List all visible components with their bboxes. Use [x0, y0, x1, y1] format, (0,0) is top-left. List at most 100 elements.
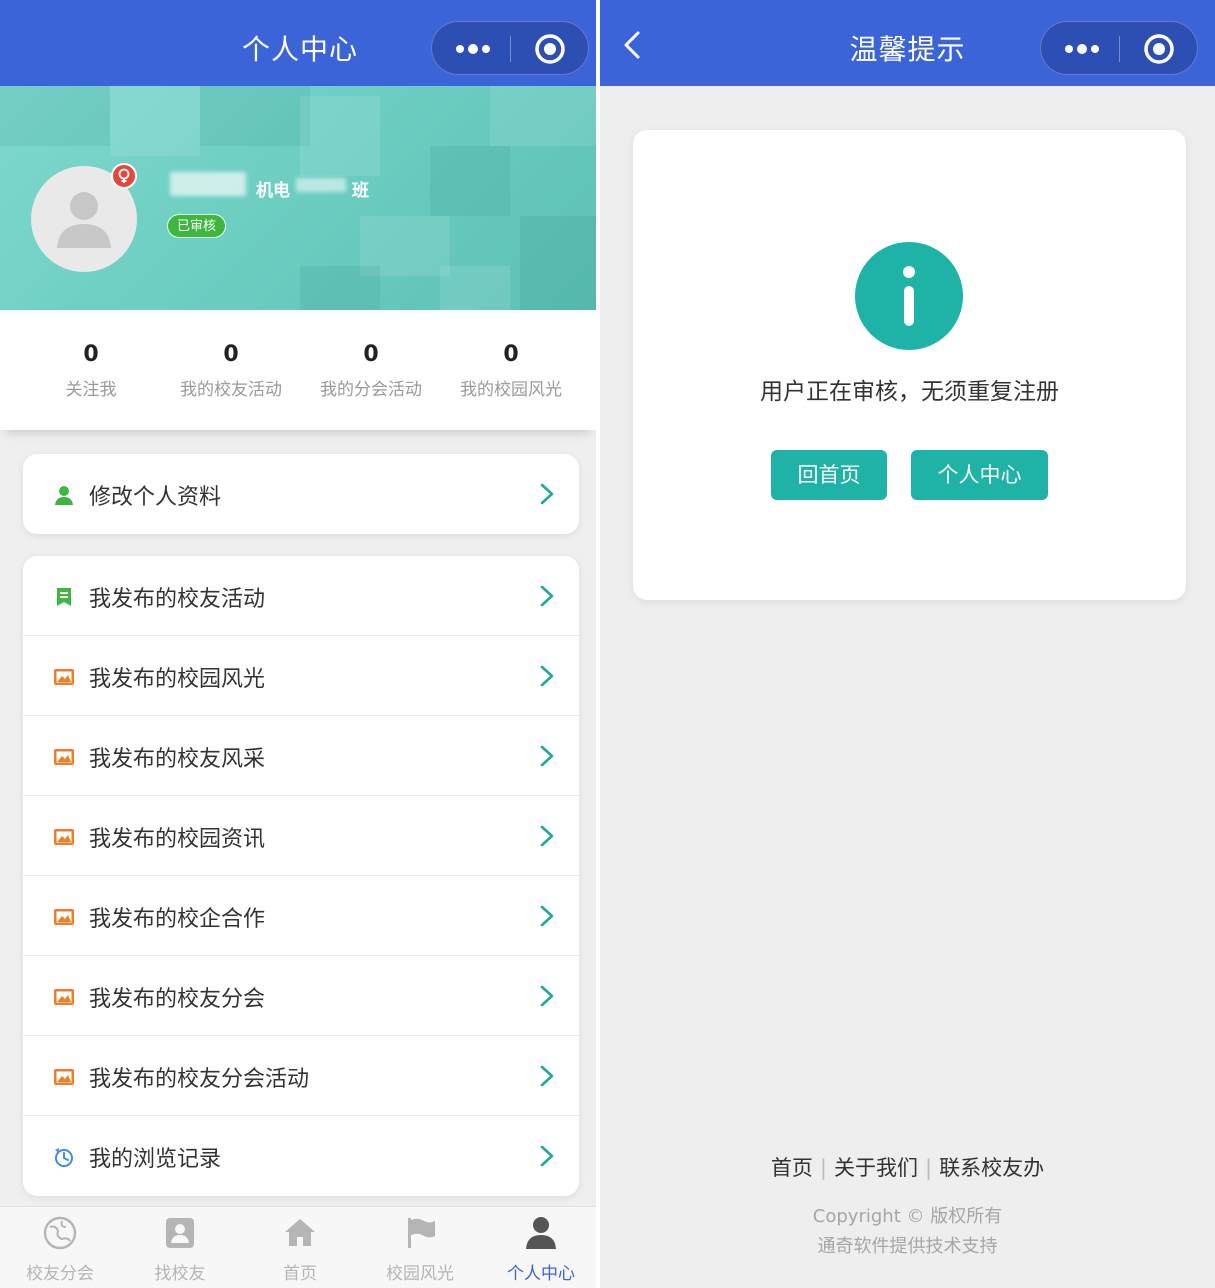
image-icon	[54, 669, 74, 685]
tab-label: 校园风光	[386, 1264, 454, 1284]
chevron-right-icon	[540, 1145, 554, 1167]
image-icon	[54, 829, 74, 845]
default-avatar-icon	[57, 192, 111, 248]
footer-link-contact[interactable]: 联系校友办	[939, 1156, 1044, 1180]
menu-item-alumni-branch[interactable]: 我发布的校友分会	[23, 956, 579, 1036]
menu-item-alumni-activities[interactable]: 我发布的校友活动	[23, 556, 579, 636]
my-posts-menu: 我发布的校友活动 我发布的校园风光 我发布的校友风采 我发布的校园资讯 我发布的	[23, 556, 579, 1196]
menu-item-browse-history[interactable]: 我的浏览记录	[23, 1116, 579, 1196]
menu-label: 我发布的校企合作	[89, 907, 266, 932]
image-icon	[54, 1069, 74, 1085]
tab-label: 找校友	[154, 1264, 206, 1284]
menu-label: 我发布的校友活动	[89, 587, 266, 612]
globe-icon	[43, 1216, 77, 1250]
stat-followers[interactable]: 0 关注我	[21, 342, 161, 400]
history-icon	[55, 1148, 73, 1167]
close-miniprogram-icon[interactable]	[1143, 33, 1175, 65]
chevron-right-icon	[540, 905, 554, 927]
nav-bar: 个人中心	[0, 0, 596, 86]
tab-campus-scenery[interactable]: 校园风光	[360, 1215, 480, 1284]
footer-divider: |	[819, 1156, 827, 1180]
tab-find-alumni[interactable]: 找校友	[120, 1215, 240, 1284]
menu-label: 我发布的校友分会活动	[89, 1067, 310, 1092]
capsule-divider	[510, 36, 511, 62]
chevron-right-icon	[540, 1065, 554, 1087]
stat-label: 关注我	[65, 380, 117, 400]
menu-item-branch-activities[interactable]: 我发布的校友分会活动	[23, 1036, 579, 1116]
stat-value: 0	[83, 342, 99, 367]
stats-panel: 0 关注我 0 我的校友活动 0 我的分会活动 0 我的校园风光	[0, 310, 596, 430]
home-icon	[285, 1219, 315, 1246]
user-class-text: 机电	[256, 181, 290, 201]
user-icon	[55, 486, 73, 505]
tech-support-text: 通奇软件提供技术支持	[817, 1236, 998, 1257]
stat-label: 我的校友活动	[180, 380, 282, 400]
chevron-right-icon	[540, 825, 554, 847]
back-home-button[interactable]: 回首页	[771, 450, 887, 500]
footer-link-about[interactable]: 关于我们	[834, 1156, 918, 1180]
tab-profile-center[interactable]: 个人中心	[481, 1215, 596, 1284]
stat-alumni-activities[interactable]: 0 我的校友活动	[161, 342, 301, 400]
footer-divider: |	[925, 1156, 933, 1180]
tab-alumni-branch[interactable]: 校友分会	[0, 1215, 120, 1284]
class-redacted	[296, 178, 346, 192]
notice-message: 用户正在审核，无须重复注册	[760, 379, 1059, 405]
bottom-tab-bar: 校友分会 找校友 首页 校园风光 个人中心	[0, 1206, 596, 1288]
stat-label: 我的校园风光	[460, 380, 562, 400]
more-icon[interactable]	[1063, 39, 1101, 59]
menu-item-campus-scenery[interactable]: 我发布的校园风光	[23, 636, 579, 716]
footer-links: 首页 | 关于我们 | 联系校友办	[600, 1152, 1215, 1182]
flag-icon	[408, 1218, 435, 1248]
image-icon	[54, 989, 74, 1005]
tab-label: 首页	[283, 1264, 317, 1284]
chevron-right-icon	[540, 483, 554, 505]
name-redacted	[170, 172, 246, 196]
edit-profile-item[interactable]: 修改个人资料	[23, 454, 579, 534]
menu-item-alumni-style[interactable]: 我发布的校友风采	[23, 716, 579, 796]
profile-center-button[interactable]: 个人中心	[911, 450, 1048, 500]
stat-branch-activities[interactable]: 0 我的分会活动	[301, 342, 441, 400]
status-badge: 已审核	[167, 214, 227, 238]
menu-item-school-enterprise[interactable]: 我发布的校企合作	[23, 876, 579, 956]
menu-label: 我发布的校园资讯	[89, 827, 266, 852]
profile-center-screen: 个人中心 机电 班 已审核 0 关注我 0 我的校友活动 0 我的分会活动 0 …	[0, 0, 596, 1288]
more-icon[interactable]	[454, 39, 492, 59]
bookmark-icon	[57, 588, 71, 606]
user-class-suffix: 班	[352, 181, 369, 201]
info-icon	[855, 242, 963, 350]
contacts-icon	[166, 1218, 194, 1248]
capsule-divider	[1119, 36, 1120, 62]
profile-banner: 机电 班 已审核	[0, 86, 596, 310]
miniprogram-capsule	[431, 21, 589, 75]
copyright-text: Copyright © 版权所有	[812, 1206, 1003, 1227]
tab-label: 校友分会	[26, 1264, 94, 1284]
chevron-right-icon	[540, 665, 554, 687]
stat-value: 0	[363, 342, 379, 367]
chevron-right-icon	[540, 585, 554, 607]
menu-item-campus-news[interactable]: 我发布的校园资讯	[23, 796, 579, 876]
footer-link-home[interactable]: 首页	[771, 1156, 813, 1180]
menu-label: 我发布的校友分会	[89, 987, 266, 1012]
menu-label: 我发布的校友风采	[89, 747, 266, 772]
chevron-right-icon	[540, 745, 554, 767]
chevron-right-icon	[540, 985, 554, 1007]
edit-profile-card: 修改个人资料	[23, 454, 579, 534]
stat-label: 我的分会活动	[320, 380, 422, 400]
image-icon	[54, 749, 74, 765]
menu-label: 我的浏览记录	[89, 1147, 222, 1172]
notice-card: 用户正在审核，无须重复注册 回首页 个人中心	[633, 130, 1186, 600]
close-miniprogram-icon[interactable]	[534, 33, 566, 65]
notice-screen: 温馨提示 用户正在审核，无须重复注册 回首页 个人中心 首页 | 关于我们 | 联系校友…	[600, 0, 1215, 1288]
nav-bar: 温馨提示	[600, 0, 1215, 86]
menu-label: 我发布的校园风光	[89, 667, 266, 692]
person-icon	[526, 1217, 556, 1249]
tab-home[interactable]: 首页	[240, 1215, 360, 1284]
image-icon	[54, 909, 74, 925]
tab-label: 个人中心	[507, 1264, 575, 1284]
stat-value: 0	[223, 342, 239, 367]
gender-female-icon	[111, 163, 137, 189]
stat-campus-scenery[interactable]: 0 我的校园风光	[441, 342, 581, 400]
menu-label: 修改个人资料	[89, 485, 222, 510]
stat-value: 0	[503, 342, 519, 367]
miniprogram-capsule	[1040, 21, 1198, 75]
